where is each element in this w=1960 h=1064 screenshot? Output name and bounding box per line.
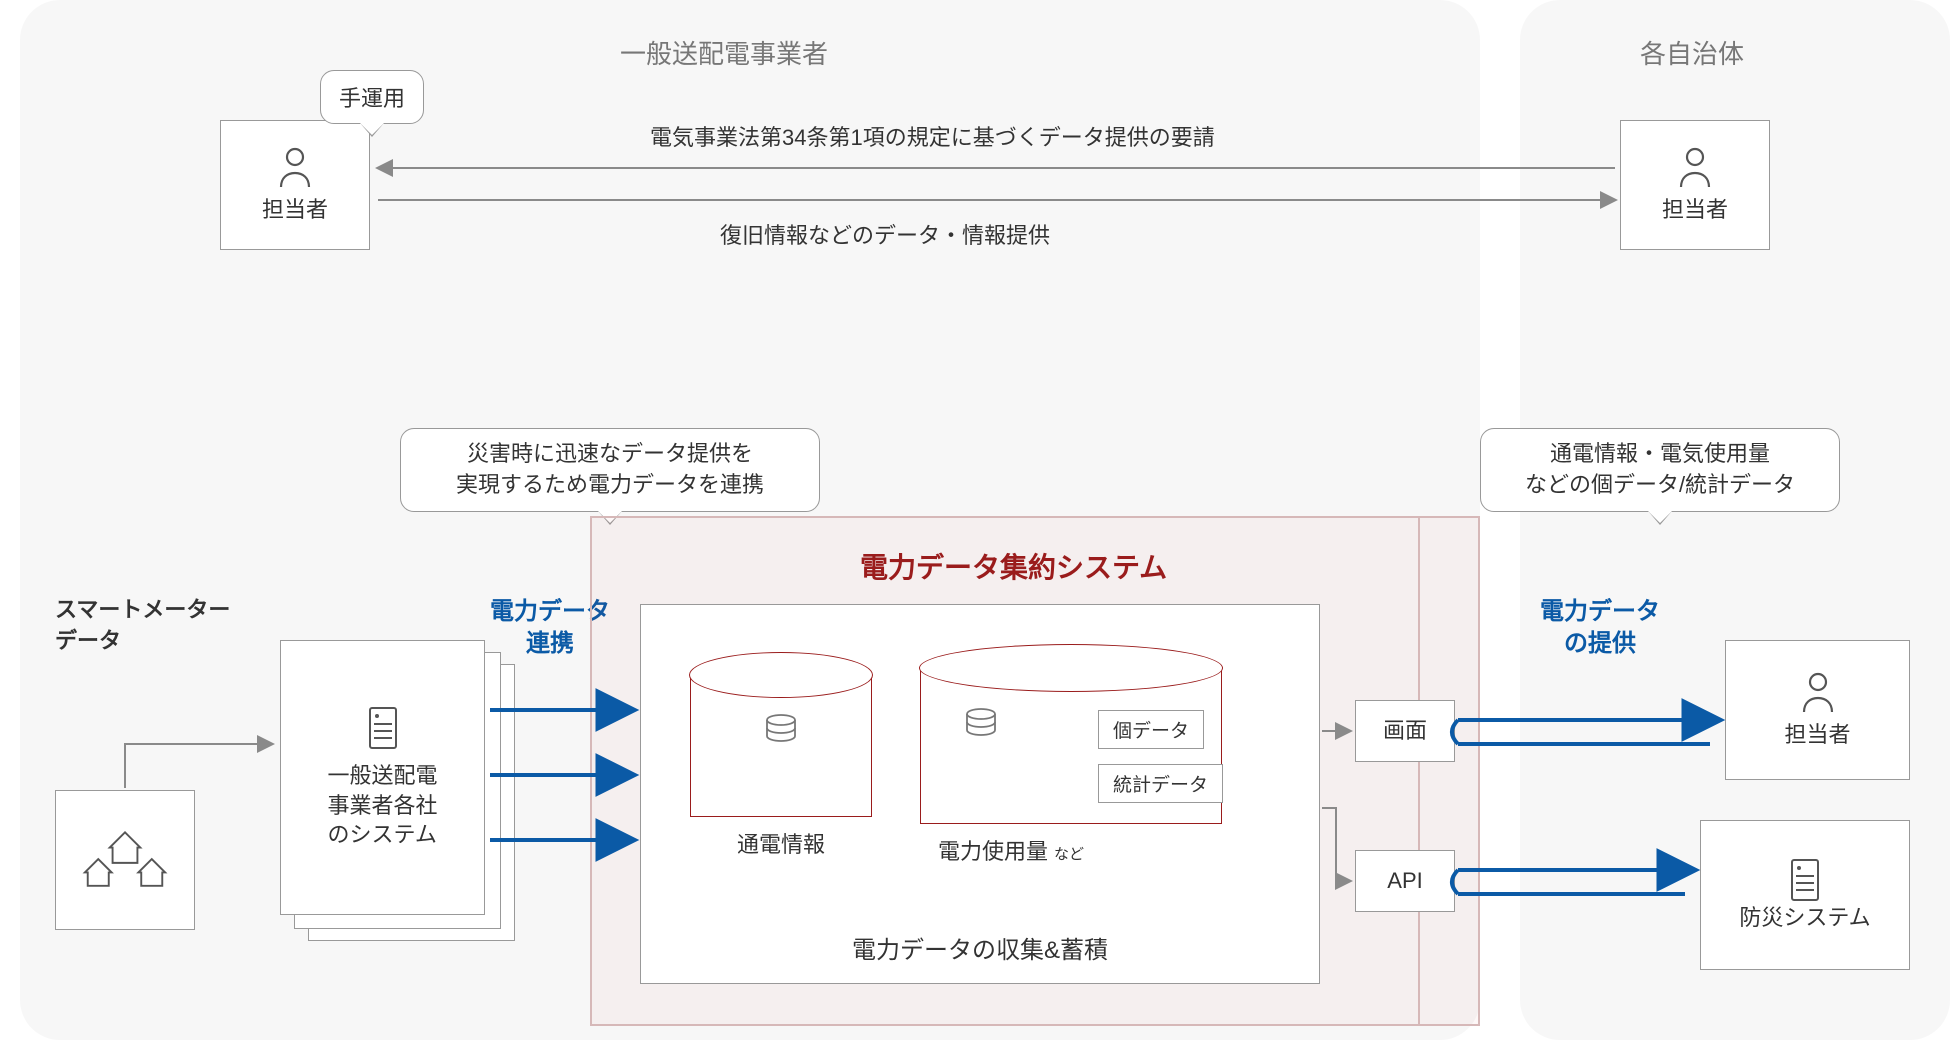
- label-smartmeter: スマートメーター データ: [55, 595, 230, 657]
- diagram-stage: 一般送配電事業者 各自治体 担当者 担当者 手運用 電気事業法第34条第1項の規…: [0, 0, 1960, 1064]
- person-icon: [1675, 145, 1715, 189]
- minibox-stat: 統計データ: [1098, 764, 1223, 803]
- stack-tdso-label: 一般送配電 事業者各社 のシステム: [327, 761, 437, 850]
- houses-icon: [82, 825, 168, 895]
- server-icon: [1789, 857, 1821, 903]
- cyl-power-status: 通電情報: [690, 676, 872, 859]
- cyl1-label: 通電情報: [737, 827, 825, 859]
- actor-muni-person-top-label: 担当者: [1662, 195, 1728, 225]
- actor-muni-person-bottom: 担当者: [1725, 640, 1910, 780]
- output-screen-label: 画面: [1383, 716, 1427, 746]
- actor-tdso-person-label: 担当者: [262, 195, 328, 225]
- database-icon: [963, 708, 999, 742]
- bubble-link: 災害時に迅速なデータ提供を 実現するため電力データを連携: [400, 428, 820, 512]
- system-inner-title: 電力データの収集&蓄積: [641, 930, 1319, 965]
- system-frame-right: [1420, 516, 1480, 1026]
- cyl2-label: 電力使用量: [938, 834, 1048, 866]
- person-icon: [1798, 670, 1838, 714]
- output-api-label: API: [1387, 866, 1422, 896]
- label-provide: 電力データ の提供: [1540, 596, 1660, 661]
- bubble-manual: 手運用: [320, 70, 424, 124]
- output-screen: 画面: [1355, 700, 1455, 762]
- cyl2-sub: など: [1054, 843, 1084, 864]
- actor-tdso-person: 担当者: [220, 120, 370, 250]
- output-api: API: [1355, 850, 1455, 912]
- server-icon: [367, 705, 399, 751]
- minibox-individual: 個データ: [1098, 710, 1204, 749]
- system-title: 電力データ集約システム: [860, 546, 1167, 586]
- box-disaster-system: 防災システム: [1700, 820, 1910, 970]
- zone-muni-title: 各自治体: [1640, 34, 1744, 71]
- box-houses: [55, 790, 195, 930]
- bubble-provide: 通電情報・電気使用量 などの個データ/統計データ: [1480, 428, 1840, 512]
- actor-muni-person-top: 担当者: [1620, 120, 1770, 250]
- zone-tdso-title: 一般送配電事業者: [620, 34, 828, 71]
- disaster-system-label: 防災システム: [1739, 903, 1870, 933]
- label-response: 復旧情報などのデータ・情報提供: [720, 218, 1050, 250]
- actor-muni-person-bottom-label: 担当者: [1784, 720, 1850, 750]
- label-request: 電気事業法第34条第1項の規定に基づくデータ提供の要請: [650, 120, 1215, 152]
- database-icon: [763, 714, 799, 748]
- person-icon: [275, 145, 315, 189]
